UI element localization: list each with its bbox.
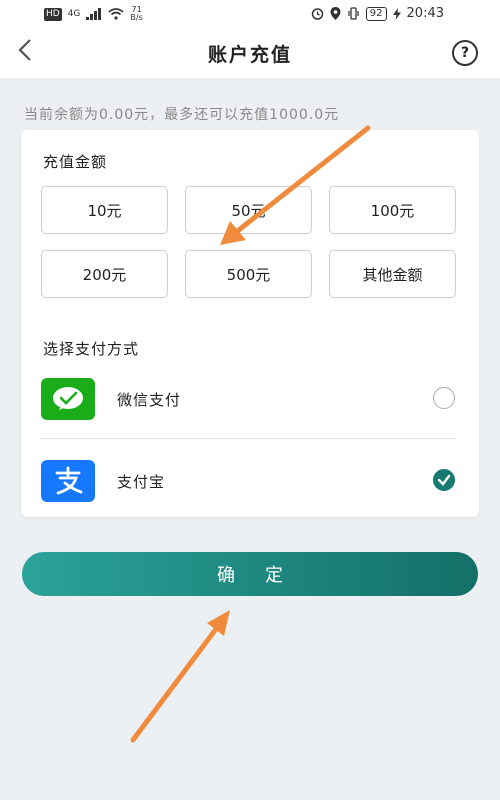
wifi-icon [108, 8, 124, 20]
signal-icon [86, 8, 102, 20]
charging-icon [392, 7, 401, 20]
hd-badge: HD [44, 7, 62, 21]
confirm-button[interactable]: 确定 [22, 552, 478, 596]
vibrate-icon [348, 7, 359, 20]
balance-info: 当前余额为0.00元，最多还可以充值1000.0元 [24, 107, 340, 123]
alipay-radio[interactable] [433, 469, 455, 491]
check-icon [437, 474, 451, 486]
net-speed-unit: B/s [130, 13, 143, 22]
amount-option-200[interactable]: 200元 [41, 250, 168, 298]
wechat-pay-radio[interactable] [433, 387, 455, 409]
payment-section-title: 选择支付方式 [43, 340, 140, 358]
recharge-card: 充值金额 10元 50元 100元 200元 500元 其他金额 选择支付方式 … [21, 130, 479, 517]
alipay-icon [41, 460, 95, 502]
wechat-pay-icon [41, 378, 95, 420]
payment-divider [41, 438, 455, 439]
clock: 20:43 [406, 6, 444, 21]
alarm-icon [311, 8, 324, 20]
amount-option-500[interactable]: 500元 [185, 250, 312, 298]
app-header: 账户充值 ? [0, 28, 500, 78]
amount-section-title: 充值金额 [43, 153, 108, 171]
amount-options: 10元 50元 100元 200元 500元 其他金额 [41, 186, 456, 298]
status-bar: HD 4G 71 B/s 92 20:43 [0, 0, 500, 28]
amount-option-50[interactable]: 50元 [185, 186, 312, 234]
amount-option-other[interactable]: 其他金额 [329, 250, 456, 298]
question-icon: ? [460, 45, 470, 61]
location-icon [330, 7, 341, 20]
alipay-label: 支付宝 [117, 473, 166, 491]
amount-option-10[interactable]: 10元 [41, 186, 168, 234]
status-left: HD 4G 71 B/s [44, 6, 143, 22]
network-type: 4G [67, 9, 81, 19]
status-right: 92 20:43 [311, 6, 444, 21]
wechat-pay-label: 微信支付 [117, 391, 182, 409]
help-button[interactable]: ? [452, 40, 478, 66]
payment-option-wechat[interactable]: 微信支付 [41, 378, 455, 438]
payment-option-alipay[interactable]: 支付宝 [41, 460, 455, 520]
net-speed: 71 B/s [130, 6, 142, 22]
amount-option-100[interactable]: 100元 [329, 186, 456, 234]
annotation-arrow-bottom [130, 610, 230, 743]
battery-level: 92 [365, 6, 387, 21]
page-title: 账户充值 [207, 44, 292, 66]
